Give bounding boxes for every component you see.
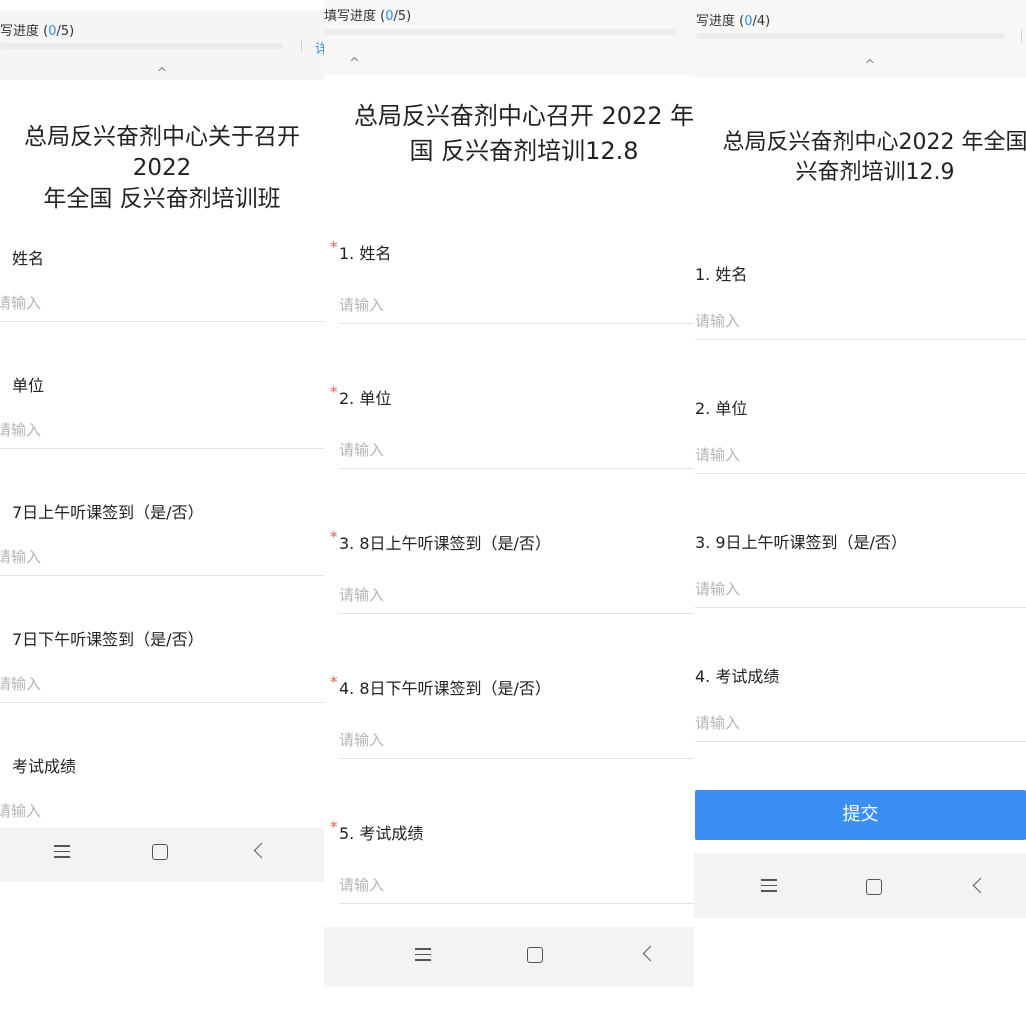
menu-icon[interactable]	[47, 841, 77, 862]
details-link[interactable]: 详	[315, 38, 324, 57]
name-input[interactable]: 请输入	[695, 310, 1026, 340]
progress-prefix: 写进度 (	[0, 24, 49, 39]
system-nav-bar	[324, 927, 694, 987]
form-title: 总局反兴奋剂中心召开 2022 年 国 反兴奋剂培训12.8	[348, 99, 694, 169]
am-checkin-input[interactable]: 请输入	[0, 546, 324, 576]
required-mark: *	[330, 528, 338, 546]
field-label-unit: * 2. 单位	[330, 383, 392, 409]
am-checkin-input[interactable]: 请输入	[339, 584, 694, 614]
home-icon[interactable]	[520, 947, 550, 963]
system-nav-bar	[694, 853, 1026, 918]
progress-prefix: 写进度 (	[696, 14, 745, 29]
field-label-name: 姓名	[12, 249, 45, 268]
name-input[interactable]: 请输入	[0, 292, 324, 322]
system-nav-bar	[0, 827, 324, 882]
unit-input[interactable]: 请输入	[0, 419, 324, 449]
field-label-am-checkin: 7日上午听课签到（是/否）	[12, 503, 204, 522]
progress-count: 0	[48, 24, 57, 39]
unit-input[interactable]: 请输入	[339, 439, 694, 469]
label-text: 2. 单位	[339, 389, 392, 408]
progress-total: /5)	[393, 9, 412, 24]
progress-prefix: 填写进度 (	[324, 9, 386, 24]
label-text: 3. 8日上午听课签到（是/否）	[339, 534, 551, 553]
title-line-1: 总局反兴奋剂中心2022 年全国	[722, 130, 1026, 155]
home-icon[interactable]	[859, 879, 889, 895]
field-label-am-checkin: 3. 9日上午听课签到（是/否）	[695, 533, 907, 552]
progress-track	[696, 33, 1005, 39]
score-input[interactable]: 请输入	[695, 712, 1026, 742]
divider	[301, 40, 302, 52]
title-line-1: 总局反兴奋剂中心关于召开 2022	[24, 124, 300, 181]
required-mark: *	[330, 383, 338, 401]
progress-total: /5)	[56, 24, 75, 39]
progress-track	[324, 29, 676, 35]
field-label-am-checkin: * 3. 8日上午听课签到（是/否）	[330, 528, 551, 554]
title-line-1: 总局反兴奋剂中心召开 2022 年	[353, 102, 694, 130]
chevron-up-icon[interactable]: ^	[704, 58, 1026, 73]
required-mark: *	[330, 673, 338, 691]
am-checkin-input[interactable]: 请输入	[695, 578, 1026, 608]
field-label-score: 考试成绩	[12, 757, 77, 776]
divider	[1021, 30, 1022, 42]
chevron-up-icon[interactable]: ^	[349, 56, 694, 71]
label-text: 5. 考试成绩	[339, 824, 424, 843]
back-icon[interactable]	[245, 842, 275, 859]
label-text: 4. 8日下午听课签到（是/否）	[339, 679, 551, 698]
field-label-unit: 单位	[12, 376, 45, 395]
chevron-up-icon[interactable]: ^	[0, 66, 324, 81]
form-title: 总局反兴奋剂中心2022 年全国 兴奋剂培训12.9	[700, 128, 1026, 188]
home-icon[interactable]	[145, 844, 175, 860]
progress-track	[0, 43, 283, 49]
field-label-score: * 5. 考试成绩	[330, 818, 424, 844]
panel-form-1: 写进度 (0/5) 详 ^ 总局反兴奋剂中心关于召开 2022 年全国 反兴奋剂…	[0, 0, 324, 882]
menu-icon[interactable]	[408, 944, 438, 965]
required-mark: *	[330, 818, 338, 836]
form-title: 总局反兴奋剂中心关于召开 2022 年全国 反兴奋剂培训班	[0, 122, 324, 215]
label-text: 1. 姓名	[339, 244, 392, 263]
back-icon[interactable]	[634, 945, 664, 962]
progress-text: 写进度 (0/5)	[0, 20, 74, 39]
panel-form-3: 写进度 (0/4) ^ 总局反兴奋剂中心2022 年全国 兴奋剂培训12.9 1…	[694, 0, 1026, 918]
progress-total: /4)	[752, 14, 771, 29]
menu-icon[interactable]	[754, 875, 784, 896]
panel-form-2: 填写进度 (0/5) ^ 总局反兴奋剂中心召开 2022 年 国 反兴奋剂培训1…	[324, 0, 694, 987]
field-label-name: 1. 姓名	[695, 265, 748, 284]
field-label-pm-checkin: * 4. 8日下午听课签到（是/否）	[330, 673, 551, 699]
submit-button[interactable]: 提交	[695, 790, 1026, 840]
score-input[interactable]: 请输入	[339, 874, 694, 904]
progress-text: 写进度 (0/4)	[696, 10, 770, 29]
field-label-pm-checkin: 7日下午听课签到（是/否）	[12, 630, 204, 649]
name-input[interactable]: 请输入	[339, 294, 694, 324]
field-label-name: * 1. 姓名	[330, 238, 392, 264]
progress-text: 填写进度 (0/5)	[324, 5, 411, 24]
field-label-score: 4. 考试成绩	[695, 667, 780, 686]
progress-count: 0	[744, 14, 753, 29]
title-line-2: 年全国 反兴奋剂培训班	[43, 186, 281, 212]
unit-input[interactable]: 请输入	[695, 444, 1026, 474]
back-icon[interactable]	[964, 877, 994, 894]
pm-checkin-input[interactable]: 请输入	[339, 729, 694, 759]
title-line-2: 兴奋剂培训12.9	[795, 160, 955, 185]
progress-count: 0	[385, 9, 394, 24]
field-label-unit: 2. 单位	[695, 399, 748, 418]
title-line-2: 国 反兴奋剂培训12.8	[409, 137, 639, 165]
pm-checkin-input[interactable]: 请输入	[0, 673, 324, 703]
required-mark: *	[330, 238, 338, 256]
score-input[interactable]: 请输入	[0, 800, 324, 829]
